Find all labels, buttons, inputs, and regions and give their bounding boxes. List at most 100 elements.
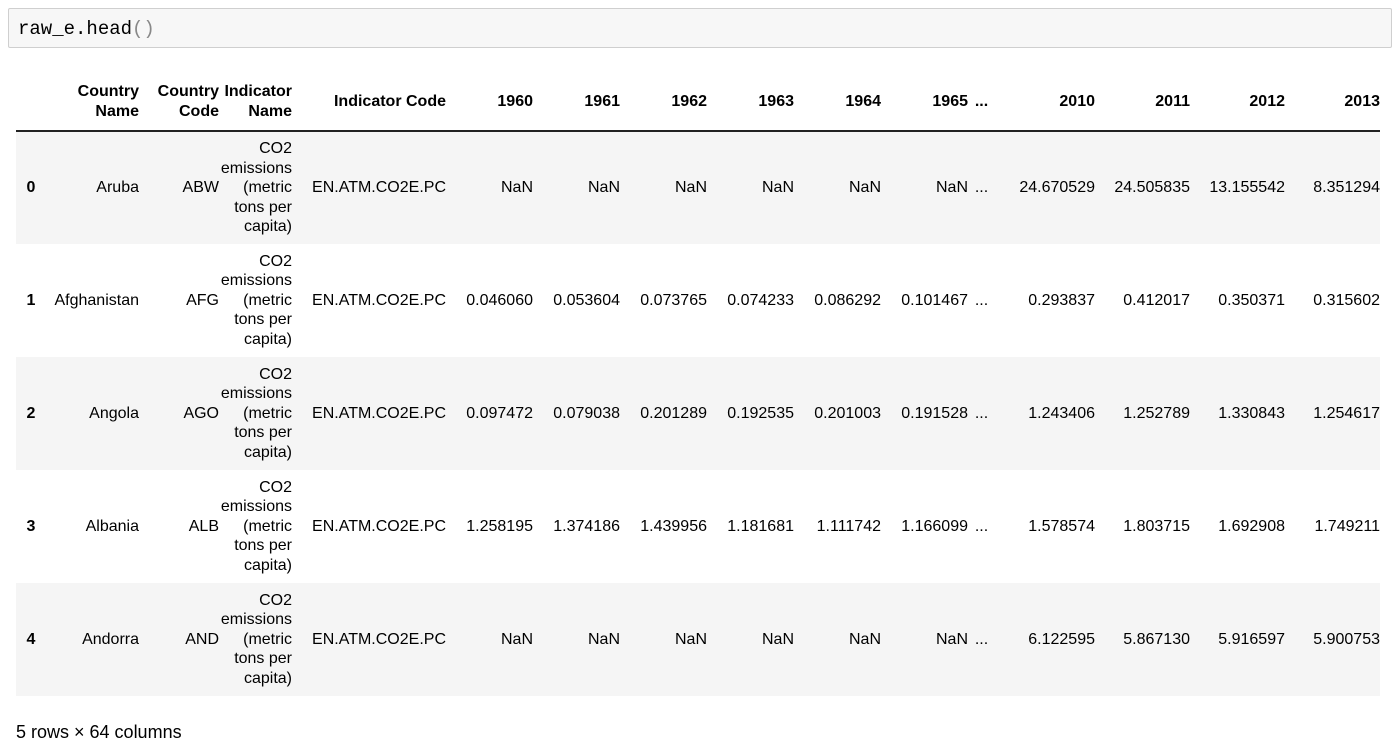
cell-value: NaN — [587, 630, 620, 648]
cell-value: 0.201003 — [814, 404, 881, 422]
cell-value: 5.916597 — [1218, 630, 1285, 648]
cell-value: 1.258195 — [466, 517, 533, 535]
code-parens: () — [132, 18, 155, 40]
cell-value: 0.293837 — [1028, 291, 1095, 309]
indicator-name-line: tons per — [234, 311, 292, 329]
cell-indicator-name: CO2 emissions (metric tons per capita) — [219, 244, 292, 357]
cell-value: 0.191528 — [901, 404, 968, 422]
cell-value: NaN — [674, 630, 707, 648]
cell-indicator-code: EN.ATM.CO2E.PC — [312, 404, 446, 422]
cell-value: 1.439956 — [640, 517, 707, 535]
cell-value: 0.053604 — [553, 291, 620, 309]
cell-indicator-code: EN.ATM.CO2E.PC — [312, 291, 446, 309]
cell-value: NaN — [500, 630, 533, 648]
indicator-name-line: CO2 — [259, 252, 292, 270]
cell-country-name: Andorra — [82, 630, 139, 648]
header-indicator-code: Indicator Code — [292, 74, 446, 132]
cell-value: NaN — [674, 179, 707, 196]
code-text[interactable]: raw_e.head() — [18, 19, 155, 39]
indicator-name-line: (metric — [243, 517, 292, 535]
cell-value: 1.166099 — [901, 517, 968, 535]
header-year: 2012 — [1190, 74, 1285, 132]
indicator-name-line: CO2 — [259, 365, 292, 383]
table-row: 1 Afghanistan AFG CO2 emissions (metric … — [16, 244, 1380, 357]
indicator-name-line: CO2 — [259, 478, 292, 496]
cell-value: NaN — [935, 630, 968, 648]
header-country-code-line: Code — [179, 103, 219, 120]
row-index: 2 — [26, 404, 36, 422]
header-year: 1964 — [794, 74, 881, 132]
cell-indicator-code: EN.ATM.CO2E.PC — [312, 517, 446, 535]
cell-value: 24.670529 — [1019, 179, 1095, 196]
cell-ellipsis: ... — [974, 404, 989, 422]
cell-value: 0.073765 — [640, 291, 707, 309]
dataframe-shape-summary: 5 rows × 64 columns — [16, 722, 182, 742]
cell-indicator-code: EN.ATM.CO2E.PC — [312, 630, 446, 648]
cell-ellipsis: ... — [974, 517, 989, 535]
indicator-name-line: emissions — [220, 498, 292, 516]
code-call: raw_e.head — [18, 18, 133, 40]
header-country-name-line: Country — [77, 83, 139, 100]
indicator-name-line: emissions — [220, 611, 292, 629]
header-indicator-name: Indicator Name — [219, 74, 292, 132]
cell-value: 13.155542 — [1209, 179, 1285, 196]
header-year: 2011 — [1095, 74, 1190, 132]
row-index: 4 — [26, 630, 36, 648]
header-country-name: Country Name — [46, 74, 139, 132]
cell-value: NaN — [761, 630, 794, 648]
cell-country-code: ABW — [182, 179, 219, 196]
indicator-name-line: capita) — [243, 218, 292, 236]
header-country-code: Country Code — [139, 74, 219, 132]
table-row: 4 Andorra AND CO2 emissions (metric tons… — [16, 583, 1380, 696]
header-year: 1965 — [881, 74, 968, 132]
cell-country-code: ALB — [188, 517, 219, 535]
table-row: 3 Albania ALB CO2 emissions (metric tons… — [16, 470, 1380, 583]
cell-value: NaN — [935, 179, 968, 196]
cell-country-code: AND — [185, 630, 219, 648]
indicator-name-line: capita) — [243, 669, 292, 687]
cell-value: 0.201289 — [640, 404, 707, 422]
indicator-name-line: tons per — [234, 537, 292, 555]
cell-value: 1.330843 — [1218, 404, 1285, 422]
header-country-name-line: Name — [95, 103, 139, 120]
cell-value: NaN — [848, 630, 881, 648]
cell-ellipsis: ... — [974, 179, 989, 196]
cell-value: 8.351294 — [1313, 179, 1380, 196]
row-index: 1 — [26, 291, 36, 309]
cell-value: 1.254617 — [1313, 404, 1380, 422]
cell-country-name: Angola — [89, 404, 139, 422]
cell-value: 0.097472 — [466, 404, 533, 422]
cell-value: NaN — [500, 179, 533, 196]
cell-value: 24.505835 — [1114, 179, 1190, 196]
header-indicator-name-line: Name — [248, 103, 292, 120]
cell-value: 5.867130 — [1123, 630, 1190, 648]
indicator-name-line: (metric — [243, 179, 292, 197]
cell-value: NaN — [761, 179, 794, 196]
cell-indicator-name: CO2 emissions (metric tons per capita) — [219, 357, 292, 470]
cell-value: 0.101467 — [901, 291, 968, 309]
indicator-name-line: (metric — [243, 291, 292, 309]
cell-value: 1.181681 — [727, 517, 794, 535]
header-indicator-name-line: Indicator — [224, 83, 292, 100]
cell-country-name: Albania — [85, 517, 139, 535]
cell-value: 0.350371 — [1218, 291, 1285, 309]
code-input-cell[interactable]: raw_e.head() — [8, 8, 1392, 48]
header-row: Country Name Country Code Indicator Name… — [16, 74, 1380, 132]
cell-value: NaN — [587, 179, 620, 196]
dataframe-table: Country Name Country Code Indicator Name… — [16, 74, 1380, 696]
cell-value: NaN — [848, 179, 881, 196]
cell-indicator-name: CO2 emissions (metric tons per capita) — [219, 470, 292, 583]
cell-value: 1.374186 — [553, 517, 620, 535]
cell-value: 5.900753 — [1313, 630, 1380, 648]
indicator-name-line: (metric — [243, 404, 292, 422]
header-country-code-line: Country — [157, 83, 219, 100]
indicator-name-line: CO2 — [259, 140, 292, 158]
indicator-name-line: CO2 — [259, 591, 292, 609]
row-index: 3 — [26, 517, 36, 535]
table-row: 0 Aruba ABW CO2 emissions (metric tons p… — [16, 131, 1380, 244]
header-year: 2013 — [1285, 74, 1380, 132]
header-year: 1961 — [533, 74, 620, 132]
cell-value: 0.079038 — [553, 404, 620, 422]
header-year: 1962 — [620, 74, 707, 132]
cell-value: 1.243406 — [1028, 404, 1095, 422]
